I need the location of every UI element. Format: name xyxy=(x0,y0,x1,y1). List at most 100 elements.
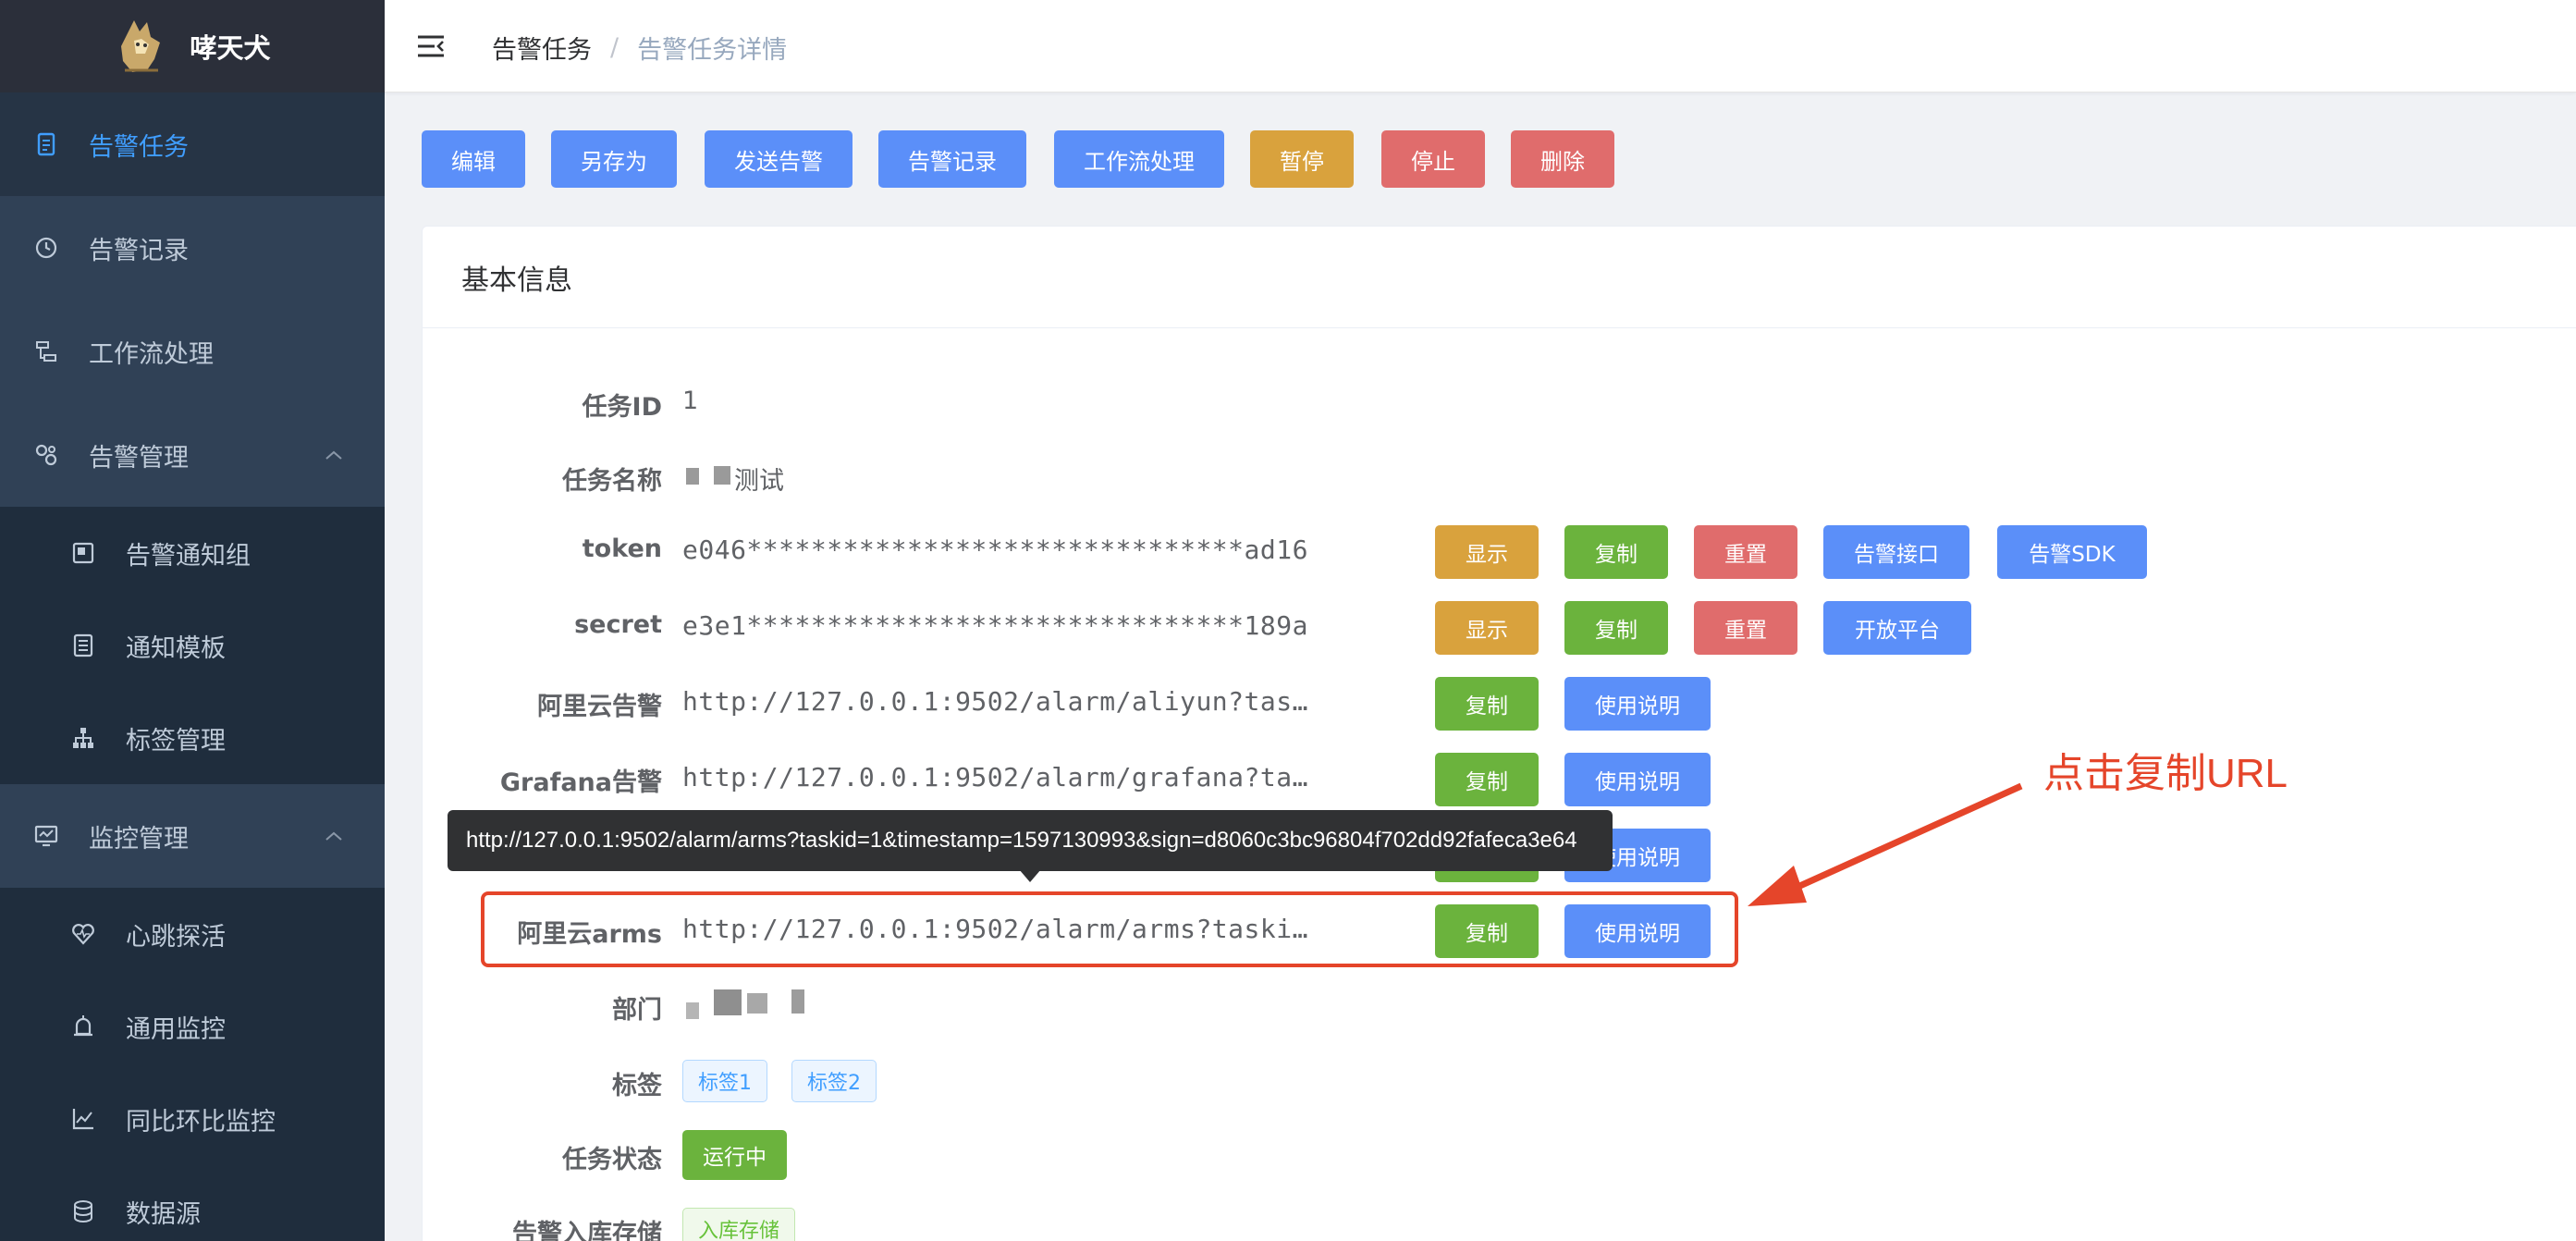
annotation-text: 点击复制URL xyxy=(2043,751,2288,796)
redacted-block xyxy=(686,1002,699,1019)
sidebar-item-label: 同比环比监控 xyxy=(126,1107,276,1137)
sidebar-item-yoy-monitor[interactable]: 同比环比监控 xyxy=(0,1073,385,1165)
secret-value: e3e1*******************************189a xyxy=(682,610,1308,641)
copy-aliyun-url-button[interactable]: 复制 xyxy=(1435,677,1539,731)
monitor-icon xyxy=(34,825,58,847)
sidebar-item-label: 通知模板 xyxy=(126,633,226,663)
sidebar-item-label: 监控管理 xyxy=(89,824,189,854)
sidebar-item-label: 告警记录 xyxy=(89,236,189,265)
copy-grafana-url-button[interactable]: 复制 xyxy=(1435,753,1539,806)
token-value: e046*******************************ad16 xyxy=(682,534,1308,565)
aliyun-usage-button[interactable]: 使用说明 xyxy=(1564,677,1711,731)
task-name-value: 测试 xyxy=(734,467,784,496)
tooltip-arrow xyxy=(1019,869,1041,882)
top-header: 告警任务 / 告警任务详情 xyxy=(385,0,2576,92)
url-tooltip: http://127.0.0.1:9502/alarm/arms?taskid=… xyxy=(448,810,1613,871)
breadcrumb: 告警任务 / 告警任务详情 xyxy=(492,30,787,66)
status-badge: 运行中 xyxy=(682,1130,787,1180)
storage-label: 告警入库存储 xyxy=(512,1220,662,1241)
alarm-records-button[interactable]: 告警记录 xyxy=(878,130,1026,188)
sidebar-item-label: 工作流处理 xyxy=(89,339,214,369)
notify-group-icon xyxy=(72,542,94,564)
grafana-usage-button[interactable]: 使用说明 xyxy=(1564,753,1711,806)
department-label: 部门 xyxy=(612,996,662,1025)
sidebar-item-alarm-task[interactable]: 告警任务 xyxy=(0,92,385,196)
redacted-block xyxy=(714,466,730,485)
open-platform-button[interactable]: 开放平台 xyxy=(1823,601,1971,655)
sidebar-item-notify-group[interactable]: 告警通知组 xyxy=(0,507,385,599)
stop-button[interactable]: 停止 xyxy=(1381,130,1485,188)
sidebar-item-label: 标签管理 xyxy=(126,726,226,756)
chevron-up-icon xyxy=(325,450,342,460)
sidebar-item-notify-template[interactable]: 通知模板 xyxy=(0,599,385,692)
secret-label: secret xyxy=(574,610,662,639)
dog-logo-icon xyxy=(121,20,161,72)
copy-token-button[interactable]: 复制 xyxy=(1564,525,1668,579)
alarm-bell-icon xyxy=(74,1015,92,1037)
show-token-button[interactable]: 显示 xyxy=(1435,525,1539,579)
tag-item: 标签2 xyxy=(791,1060,877,1102)
alarm-api-button[interactable]: 告警接口 xyxy=(1823,525,1969,579)
clock-icon xyxy=(35,237,57,259)
sidebar-item-datasource[interactable]: 数据源 xyxy=(0,1165,385,1241)
sidebar-item-label: 告警管理 xyxy=(89,443,189,473)
breadcrumb-current: 告警任务详情 xyxy=(637,36,788,65)
database-icon xyxy=(74,1200,92,1223)
document-icon xyxy=(37,132,55,156)
task-id-value: 1 xyxy=(682,387,699,415)
token-label: token xyxy=(582,534,662,563)
reset-secret-button[interactable]: 重置 xyxy=(1694,601,1797,655)
pause-button[interactable]: 暂停 xyxy=(1250,130,1354,188)
breadcrumb-separator: / xyxy=(610,33,619,62)
task-id-label: 任务ID xyxy=(582,393,662,422)
sidebar: 哮天犬 告警任务 告警记录 工作流处理 告警管理 告警通知组 通知模板 标签管理… xyxy=(0,0,385,1241)
alarm-sdk-button[interactable]: 告警SDK xyxy=(1997,525,2147,579)
storage-tag: 入库存储 xyxy=(682,1208,796,1241)
sidebar-item-label: 数据源 xyxy=(126,1199,201,1229)
edit-button[interactable]: 编辑 xyxy=(422,130,525,188)
annotation-arrow-icon xyxy=(1748,782,2023,906)
template-icon xyxy=(73,633,93,657)
delete-button[interactable]: 删除 xyxy=(1511,130,1614,188)
sidebar-item-heartbeat[interactable]: 心跳探活 xyxy=(0,888,385,980)
aliyun-url-value: http://127.0.0.1:9502/alarm/aliyun?tas… xyxy=(682,686,1308,717)
sidebar-item-label: 心跳探活 xyxy=(126,922,226,952)
task-name-label: 任务名称 xyxy=(562,467,662,496)
settings-icon xyxy=(35,444,57,466)
reset-token-button[interactable]: 重置 xyxy=(1694,525,1797,579)
sidebar-item-workflow[interactable]: 工作流处理 xyxy=(0,300,385,403)
breadcrumb-parent[interactable]: 告警任务 xyxy=(492,30,592,66)
sidebar-item-label: 通用监控 xyxy=(126,1014,226,1044)
redacted-block xyxy=(791,989,804,1014)
send-alarm-button[interactable]: 发送告警 xyxy=(705,130,853,188)
logo-bar: 哮天犬 xyxy=(0,0,385,92)
tree-icon xyxy=(73,728,93,748)
grafana-url-value: http://127.0.0.1:9502/alarm/grafana?ta… xyxy=(682,762,1308,793)
grafana-alarm-label: Grafana告警 xyxy=(499,768,662,797)
chart-line-icon xyxy=(72,1109,93,1130)
chevron-up-icon xyxy=(325,831,342,841)
card-title: 基本信息 xyxy=(423,227,2576,328)
sidebar-item-monitor-management[interactable]: 监控管理 xyxy=(0,784,385,888)
workflow-icon xyxy=(36,341,56,362)
sidebar-item-tag-management[interactable]: 标签管理 xyxy=(0,692,385,784)
redacted-block xyxy=(686,468,699,485)
workflow-button[interactable]: 工作流处理 xyxy=(1054,130,1224,188)
annotation-highlight-box xyxy=(481,891,1738,967)
app-logo-text: 哮天犬 xyxy=(190,32,271,64)
copy-secret-button[interactable]: 复制 xyxy=(1564,601,1668,655)
redacted-block xyxy=(714,989,742,1015)
show-secret-button[interactable]: 显示 xyxy=(1435,601,1539,655)
aliyun-alarm-label: 阿里云告警 xyxy=(537,693,662,721)
hamburger-icon[interactable] xyxy=(416,33,446,59)
save-as-button[interactable]: 另存为 xyxy=(551,130,677,188)
sidebar-item-label: 告警任务 xyxy=(89,132,189,162)
sidebar-item-general-monitor[interactable]: 通用监控 xyxy=(0,980,385,1073)
sidebar-item-alarm-records[interactable]: 告警记录 xyxy=(0,196,385,300)
redacted-block xyxy=(747,993,767,1014)
tags-label: 标签 xyxy=(612,1072,662,1100)
sidebar-item-label: 告警通知组 xyxy=(126,541,251,571)
task-status-label: 任务状态 xyxy=(562,1146,662,1174)
sidebar-item-alarm-management[interactable]: 告警管理 xyxy=(0,403,385,507)
tag-item: 标签1 xyxy=(682,1060,767,1102)
